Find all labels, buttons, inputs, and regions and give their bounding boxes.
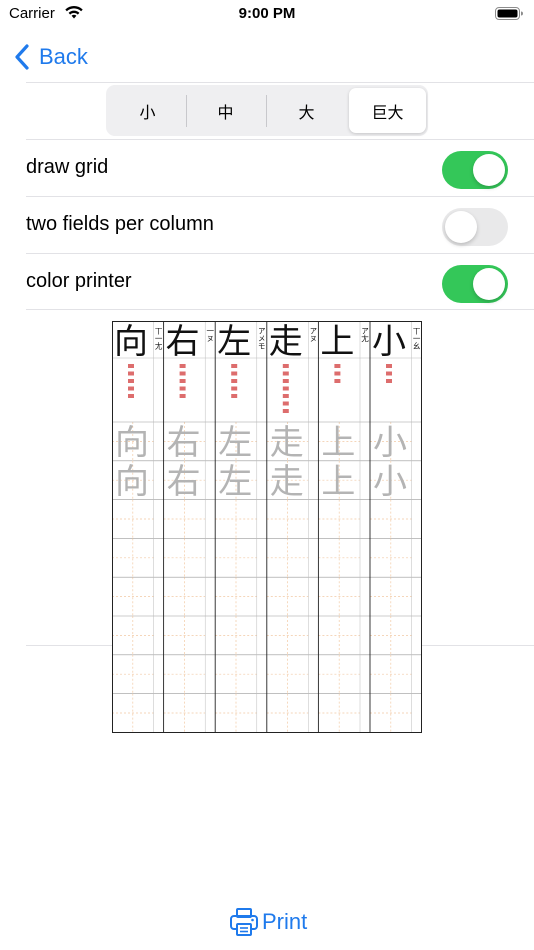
print-label: Print: [262, 909, 308, 934]
setting-row-draw-grid: draw grid: [0, 140, 534, 196]
stroke-order-mark: [231, 386, 238, 391]
setting-label: color printer: [26, 270, 132, 292]
stroke-order-mark: [282, 379, 289, 383]
stroke-order-mark: [128, 394, 134, 398]
stroke-order-mark: [128, 364, 134, 368]
trace-character: 小: [373, 423, 407, 463]
stroke-order-mark: [386, 371, 392, 376]
main-character: 左: [217, 322, 251, 362]
segment-small[interactable]: 小: [109, 88, 186, 133]
back-button[interactable]: Back: [14, 40, 88, 74]
stroke-order-mark: [128, 379, 134, 383]
stroke-order-mark: [282, 364, 289, 368]
stroke-order-mark: [282, 386, 289, 391]
stroke-order-mark: [282, 409, 289, 413]
back-label: Back: [39, 44, 88, 69]
stroke-order-mark: [179, 379, 186, 383]
segment-divider: [266, 95, 267, 127]
segment-label: 小: [139, 102, 156, 122]
divider: [26, 309, 534, 310]
trace-character: 小: [373, 462, 407, 502]
divider: [26, 82, 534, 83]
trace-character: 左: [218, 423, 252, 463]
reading-annotation: 丅一幺: [412, 327, 421, 350]
chevron-left-icon: [15, 44, 29, 70]
trace-character: 走: [270, 462, 304, 502]
trace-character: 上: [321, 462, 355, 502]
switch-knob: [473, 154, 505, 186]
size-segmented-control: 小 中 大 巨大: [106, 85, 428, 136]
reading-annotation: アヌ: [309, 327, 318, 343]
navigation-bar: Back: [0, 36, 534, 80]
stroke-order-mark: [179, 386, 186, 391]
stroke-order-mark: [386, 379, 392, 383]
battery-icon: [495, 7, 523, 20]
segment-label: 巨大: [371, 102, 404, 122]
segment-label: 大: [298, 102, 315, 122]
stroke-order-mark: [179, 394, 186, 398]
stroke-order-mark: [231, 364, 238, 368]
reading-annotation: 丅一尢: [154, 327, 163, 351]
stroke-order-mark: [231, 394, 238, 398]
trace-character: 右: [167, 423, 201, 463]
setting-label: draw grid: [26, 156, 109, 178]
printer-icon: [230, 908, 258, 936]
segment-medium[interactable]: 中: [187, 88, 264, 133]
stroke-order-mark: [334, 379, 341, 383]
stroke-order-mark: [334, 371, 341, 376]
two-fields-switch[interactable]: [442, 208, 508, 246]
trace-character: 向: [115, 462, 149, 502]
trace-character: 走: [270, 423, 304, 463]
main-character: 小: [372, 322, 406, 362]
reading-annotation: ア尢: [360, 327, 369, 344]
switch-knob: [473, 268, 505, 300]
switch-knob: [445, 211, 477, 243]
print-button[interactable]: Print: [228, 906, 307, 938]
status-bar: Carrier 9:00 PM: [0, 0, 534, 28]
stroke-order-mark: [128, 371, 134, 376]
stroke-order-mark: [231, 371, 238, 376]
stroke-order-mark: [231, 379, 238, 383]
main-character: 右: [166, 322, 200, 362]
segment-huge[interactable]: 巨大: [349, 88, 426, 133]
reading-annotation: アメモ: [257, 327, 266, 350]
stroke-order-mark: [282, 401, 289, 406]
stroke-order-mark: [179, 371, 186, 376]
color-printer-switch[interactable]: [442, 265, 508, 303]
segment-label: 中: [217, 102, 234, 122]
trace-character: 左: [218, 462, 252, 502]
stroke-order-mark: [334, 364, 341, 368]
trace-character: 右: [167, 462, 201, 502]
main-character: 走: [269, 322, 303, 362]
stroke-order-mark: [128, 386, 134, 391]
stroke-order-mark: [386, 364, 392, 368]
stroke-order-mark: [282, 394, 289, 398]
main-character: 向: [114, 322, 148, 362]
setting-row-two-fields: two fields per column: [0, 197, 534, 253]
setting-row-color-printer: color printer: [0, 254, 534, 310]
trace-character: 向: [115, 423, 149, 463]
stroke-order-mark: [282, 371, 289, 376]
draw-grid-switch[interactable]: [442, 151, 508, 189]
worksheet-preview: 向丅一尢向向右 一ヌ右右左 アメモ左左走 アヌ走走上 ア尢上上小 丅一幺小小: [112, 321, 422, 733]
stroke-order-mark: [179, 364, 186, 368]
trace-character: 上: [321, 423, 355, 463]
clock: 9:00 PM: [238, 5, 296, 22]
main-character: 上: [320, 322, 354, 362]
segment-large[interactable]: 大: [268, 88, 345, 133]
reading-annotation: 一ヌ: [205, 327, 214, 342]
setting-label: two fields per column: [26, 213, 214, 235]
